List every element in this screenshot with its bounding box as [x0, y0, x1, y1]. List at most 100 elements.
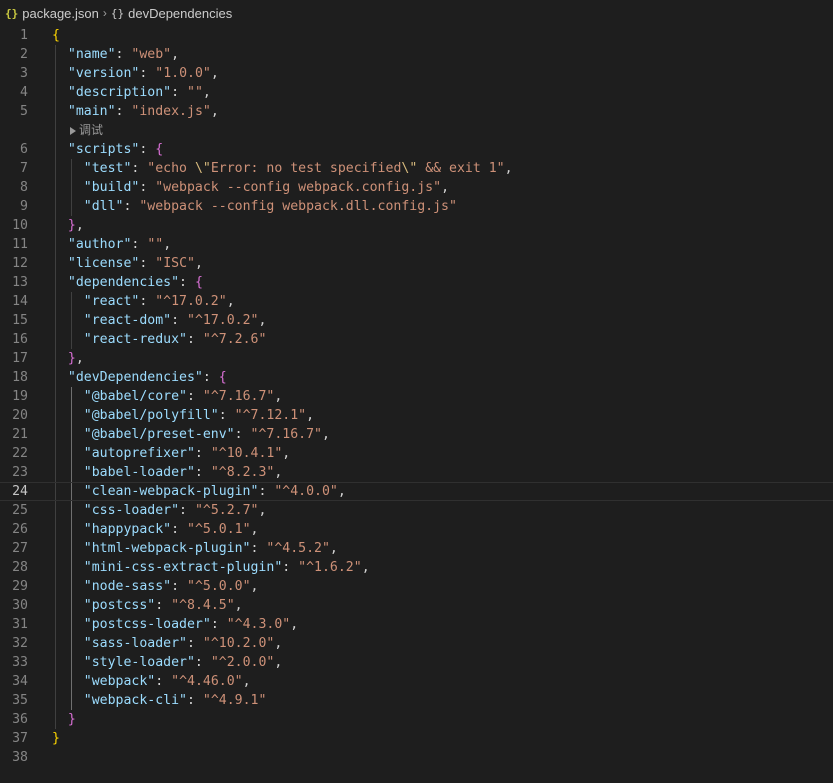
- code-line[interactable]: 29 "node-sass": "^5.0.0",: [0, 577, 833, 596]
- json-punctuation: [52, 446, 84, 461]
- code-line[interactable]: 37}: [0, 729, 833, 748]
- code-line[interactable]: 1{: [0, 26, 833, 45]
- code-text: "autoprefixer": "^10.4.1",: [52, 444, 290, 463]
- json-punctuation: [52, 484, 84, 499]
- json-punctuation: ,: [202, 85, 211, 100]
- json-punctuation: [52, 522, 84, 537]
- code-text: "author": "",: [52, 235, 171, 254]
- code-text: "license": "ISC",: [52, 254, 203, 273]
- code-text: "@babel/polyfill": "^7.12.1",: [52, 406, 314, 425]
- json-punctuation: :: [179, 275, 195, 290]
- json-string: "^1.6.2": [298, 560, 362, 575]
- code-line[interactable]: 9 "dll": "webpack --config webpack.dll.c…: [0, 197, 833, 216]
- code-line[interactable]: 3 "version": "1.0.0",: [0, 64, 833, 83]
- line-number: 22: [12, 446, 28, 461]
- code-line[interactable]: 26 "happypack": "^5.0.1",: [0, 520, 833, 539]
- json-punctuation: ,: [210, 104, 219, 119]
- json-string: "^4.9.1": [202, 693, 267, 708]
- json-key: "devDependencies": [67, 370, 203, 385]
- json-punctuation: [52, 351, 68, 366]
- json-punctuation: [52, 218, 68, 233]
- json-key: "license": [67, 256, 140, 271]
- json-punctuation: [52, 313, 84, 328]
- json-punctuation: :: [131, 161, 148, 176]
- code-text: "react-dom": "^17.0.2",: [52, 311, 267, 330]
- code-line[interactable]: 38: [0, 748, 833, 767]
- code-line[interactable]: 15 "react-dom": "^17.0.2",: [0, 311, 833, 330]
- code-text: "main": "index.js",: [52, 102, 219, 121]
- line-number: 6: [20, 142, 28, 157]
- json-punctuation: ,: [75, 218, 84, 233]
- json-bracket: {: [155, 142, 164, 157]
- breadcrumb-symbol[interactable]: devDependencies: [128, 6, 232, 21]
- code-line[interactable]: 7 "test": "echo \"Error: no test specifi…: [0, 159, 833, 178]
- json-punctuation: :: [115, 104, 132, 119]
- code-line[interactable]: 34 "webpack": "^4.46.0",: [0, 672, 833, 691]
- json-key: "dll": [83, 199, 124, 214]
- code-text: }: [52, 710, 76, 729]
- line-number: 7: [20, 161, 28, 176]
- debug-codelens[interactable]: 调试: [70, 121, 103, 140]
- code-line[interactable]: 23 "babel-loader": "^8.2.3",: [0, 463, 833, 482]
- json-string: "^7.2.6": [202, 332, 267, 347]
- json-punctuation: :: [186, 389, 203, 404]
- json-string: "": [187, 85, 203, 100]
- code-line[interactable]: 28 "mini-css-extract-plugin": "^1.6.2",: [0, 558, 833, 577]
- json-file-icon: {}: [5, 6, 19, 20]
- code-text: }: [52, 729, 60, 748]
- json-punctuation: :: [210, 617, 227, 632]
- code-line[interactable]: 20 "@babel/polyfill": "^7.12.1",: [0, 406, 833, 425]
- json-punctuation: ,: [242, 674, 251, 689]
- code-line[interactable]: 22 "autoprefixer": "^10.4.1",: [0, 444, 833, 463]
- code-line[interactable]: 14 "react": "^17.0.2",: [0, 292, 833, 311]
- json-punctuation: :: [234, 427, 251, 442]
- json-escape: \": [401, 161, 418, 176]
- code-line[interactable]: 33 "style-loader": "^2.0.0",: [0, 653, 833, 672]
- code-line[interactable]: 18 "devDependencies": {: [0, 368, 833, 387]
- json-string: "^10.4.1": [210, 446, 283, 461]
- code-line[interactable]: 4 "description": "",: [0, 83, 833, 102]
- code-line[interactable]: 27 "html-webpack-plugin": "^4.5.2",: [0, 539, 833, 558]
- code-line[interactable]: 10 },: [0, 216, 833, 235]
- code-line[interactable]: 13 "dependencies": {: [0, 273, 833, 292]
- code-text: },: [52, 349, 84, 368]
- debug-codelens-label: 调试: [79, 123, 104, 137]
- code-line[interactable]: 2 "name": "web",: [0, 45, 833, 64]
- code-line[interactable]: 31 "postcss-loader": "^4.3.0",: [0, 615, 833, 634]
- json-punctuation: ,: [290, 617, 299, 632]
- code-line[interactable]: 5 "main": "index.js",: [0, 102, 833, 121]
- code-line[interactable]: 16 "react-redux": "^7.2.6": [0, 330, 833, 349]
- code-text: "dll": "webpack --config webpack.dll.con…: [52, 197, 457, 216]
- json-key: "@babel/polyfill": [83, 408, 219, 423]
- code-line[interactable]: 36 }: [0, 710, 833, 729]
- line-number: 12: [12, 256, 28, 271]
- json-punctuation: :: [171, 313, 187, 328]
- code-line[interactable]: 24 "clean-webpack-plugin": "^4.0.0",: [0, 482, 833, 501]
- json-punctuation: :: [139, 142, 156, 157]
- code-line[interactable]: 17 },: [0, 349, 833, 368]
- json-string: && exit 1": [417, 161, 505, 176]
- json-punctuation: [52, 180, 84, 195]
- json-string: "^2.0.0": [210, 655, 275, 670]
- json-punctuation: [52, 256, 68, 271]
- code-editor[interactable]: 调试 1{2 "name": "web", 3 "version": "1.0.0…: [0, 26, 833, 783]
- line-number: 18: [12, 370, 28, 385]
- code-line[interactable]: 32 "sass-loader": "^10.2.0",: [0, 634, 833, 653]
- breadcrumb-file[interactable]: package.json: [22, 6, 99, 21]
- code-line[interactable]: 35 "webpack-cli": "^4.9.1": [0, 691, 833, 710]
- code-line[interactable]: 25 "css-loader": "^5.2.7",: [0, 501, 833, 520]
- json-punctuation: ,: [329, 541, 338, 556]
- code-line[interactable]: 11 "author": "",: [0, 235, 833, 254]
- json-string: "^8.4.5": [171, 598, 235, 613]
- code-line[interactable]: 8 "build": "webpack --config webpack.con…: [0, 178, 833, 197]
- code-line[interactable]: 21 "@babel/preset-env": "^7.16.7",: [0, 425, 833, 444]
- code-line[interactable]: 30 "postcss": "^8.4.5",: [0, 596, 833, 615]
- line-number: 35: [12, 693, 28, 708]
- json-punctuation: [52, 674, 84, 689]
- code-line[interactable]: 12 "license": "ISC",: [0, 254, 833, 273]
- json-punctuation: :: [202, 370, 219, 385]
- code-line[interactable]: 19 "@babel/core": "^7.16.7",: [0, 387, 833, 406]
- code-line[interactable]: 6 "scripts": {: [0, 140, 833, 159]
- json-string: "^5.0.1": [187, 522, 251, 537]
- json-punctuation: :: [171, 522, 187, 537]
